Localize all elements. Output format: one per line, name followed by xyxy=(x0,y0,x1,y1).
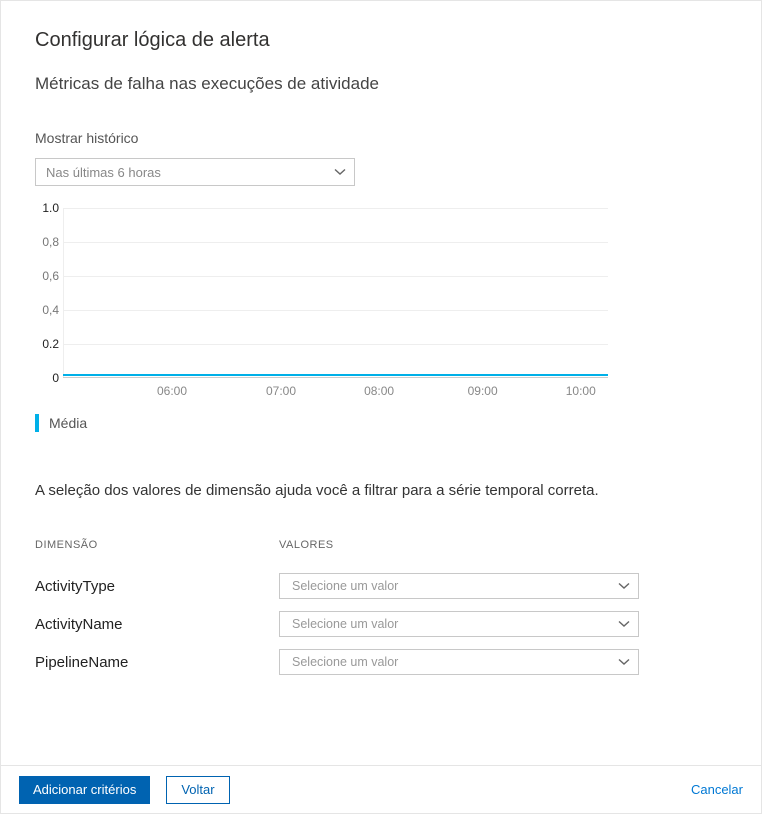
dimension-value-placeholder: Selecione um valor xyxy=(292,655,398,669)
back-button[interactable]: Voltar xyxy=(166,776,229,804)
add-criteria-button[interactable]: Adicionar critérios xyxy=(19,776,150,804)
dimension-row: PipelineName Selecione um valor xyxy=(35,649,727,675)
chevron-down-icon xyxy=(334,166,346,178)
ytick-0.8: 0,8 xyxy=(35,235,59,249)
dimension-helper-text: A seleção dos valores de dimensão ajuda … xyxy=(35,482,727,499)
page-title: Configurar lógica de alerta xyxy=(35,29,727,52)
xtick-3: 09:00 xyxy=(468,384,498,398)
dimension-row: ActivityName Selecione um valor xyxy=(35,611,727,637)
chart-x-axis: 06:00 07:00 08:00 09:00 10:00 xyxy=(63,378,608,396)
chevron-down-icon xyxy=(618,618,630,630)
dimension-name: PipelineName xyxy=(35,654,279,671)
dimension-value-placeholder: Selecione um valor xyxy=(292,579,398,593)
chevron-down-icon xyxy=(618,656,630,668)
legend-label: Média xyxy=(49,415,87,431)
dimension-value-select-activityname[interactable]: Selecione um valor xyxy=(279,611,639,637)
chevron-down-icon xyxy=(618,580,630,592)
xtick-0: 06:00 xyxy=(157,384,187,398)
values-column-header: VALORES xyxy=(279,539,334,551)
history-label: Mostrar histórico xyxy=(35,130,727,146)
ytick-0.6: 0,6 xyxy=(35,269,59,283)
metric-chart: 1.0 0,8 0,6 0,4 0.2 0 xyxy=(63,208,608,378)
dimension-value-select-pipelinename[interactable]: Selecione um valor xyxy=(279,649,639,675)
xtick-2: 08:00 xyxy=(364,384,394,398)
dimension-name: ActivityType xyxy=(35,578,279,595)
dimension-column-header: DIMENSÃO xyxy=(35,539,279,551)
ytick-1.0: 1.0 xyxy=(35,201,59,215)
dimension-row: ActivityType Selecione um valor xyxy=(35,573,727,599)
footer-bar: Adicionar critérios Voltar Cancelar xyxy=(1,765,761,813)
dimension-value-placeholder: Selecione um valor xyxy=(292,617,398,631)
xtick-4: 10:00 xyxy=(566,384,596,398)
ytick-0: 0 xyxy=(35,371,59,385)
chart-series-line xyxy=(63,374,608,376)
ytick-0.2: 0.2 xyxy=(35,337,59,351)
chart-legend: Média xyxy=(35,414,727,432)
ytick-0.4: 0,4 xyxy=(35,303,59,317)
metric-subtitle: Métricas de falha nas execuções de ativi… xyxy=(35,74,727,94)
cancel-button[interactable]: Cancelar xyxy=(691,782,743,797)
history-select[interactable]: Nas últimas 6 horas xyxy=(35,158,355,186)
legend-swatch xyxy=(35,414,39,432)
dimension-name: ActivityName xyxy=(35,616,279,633)
xtick-1: 07:00 xyxy=(266,384,296,398)
dimension-value-select-activitytype[interactable]: Selecione um valor xyxy=(279,573,639,599)
history-selected-value: Nas últimas 6 horas xyxy=(46,165,161,180)
